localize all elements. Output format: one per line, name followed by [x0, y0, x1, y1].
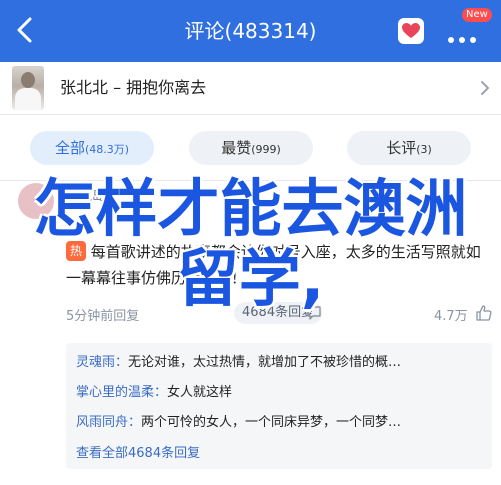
reply-text: 女人就这样 [167, 385, 233, 400]
tab-top-liked-count: (999) [251, 143, 281, 156]
comment-text: 热 每首歌讲述的故事都会让你对号入座，太多的生活写照就如一幕幕往事仿佛历历在目！ [66, 239, 486, 291]
tab-long-reviews[interactable]: 长评(3) [347, 131, 471, 165]
comment-body: 每首歌讲述的故事都会让你对号入座，太多的生活写照就如一幕幕往事仿佛历历在目！ [66, 243, 481, 287]
comment-meta: 5分钟前回复 4684条回复 4.7万 [66, 302, 496, 325]
article-title: 张北北 – 拥抱你离去 [60, 78, 207, 97]
chevron-right-icon [481, 81, 489, 95]
reply-text: 无论对谁，太过热情，就增加了不被珍惜的概… [128, 355, 402, 370]
thumbs-up-icon[interactable] [476, 305, 492, 321]
reply-item: 风雨同舟：两个可怜的女人，一个同床异梦，一个同梦… [76, 411, 476, 430]
tab-top-liked-label: 最赞 [221, 139, 252, 157]
comment-user-name[interactable]: 巴风岛丁 [66, 185, 118, 204]
page-title: 评论(483314) [184, 19, 317, 43]
avatar[interactable] [16, 181, 56, 221]
comment-icon[interactable] [306, 305, 322, 321]
tab-long-reviews-count: (3) [416, 143, 432, 156]
favorite-heart-icon[interactable] [398, 18, 424, 44]
tab-long-reviews-label: 长评 [386, 139, 417, 157]
reply-user[interactable]: 风雨同舟： [76, 415, 141, 430]
reply-item: 灵魂雨：无论对谁，太过热情，就增加了不被珍惜的概… [76, 351, 476, 370]
title-bar: 评论(483314) New [0, 0, 501, 62]
hot-badge: 热 [66, 241, 86, 261]
reply-user[interactable]: 灵魂雨： [76, 355, 128, 370]
tab-all-count: (48.3万) [84, 143, 130, 156]
reply-user[interactable]: 掌心里的温柔： [76, 385, 167, 400]
comment-item: 巴风岛丁 热 每首歌讲述的故事都会让你对号入座，太多的生活写照就如一幕幕往事仿佛… [0, 181, 501, 485]
article-thumbnail [12, 66, 44, 110]
replies-preview[interactable]: 灵魂雨：无论对谁，太过热情，就增加了不被珍惜的概… 掌心里的温柔：女人就这样 风… [66, 343, 492, 469]
tab-all-label: 全部 [54, 139, 85, 157]
comment-time: 5分钟前回复 [66, 309, 140, 324]
new-badge: New [462, 8, 492, 22]
article-link-row[interactable]: 张北北 – 拥抱你离去 [0, 62, 501, 115]
like-count: 4.7万 [434, 309, 468, 324]
comment-filter-tabs: 全部(48.3万) 最赞(999) 长评(3) [0, 115, 501, 181]
view-all-replies-link[interactable]: 查看全部4684条回复 [76, 442, 200, 461]
reply-text: 两个可怜的女人，一个同床异梦，一个同梦… [141, 415, 402, 430]
tab-all[interactable]: 全部(48.3万) [30, 131, 154, 165]
reply-item: 掌心里的温柔：女人就这样 [76, 381, 476, 400]
more-options-icon[interactable] [448, 28, 484, 43]
tab-top-liked[interactable]: 最赞(999) [189, 131, 313, 165]
